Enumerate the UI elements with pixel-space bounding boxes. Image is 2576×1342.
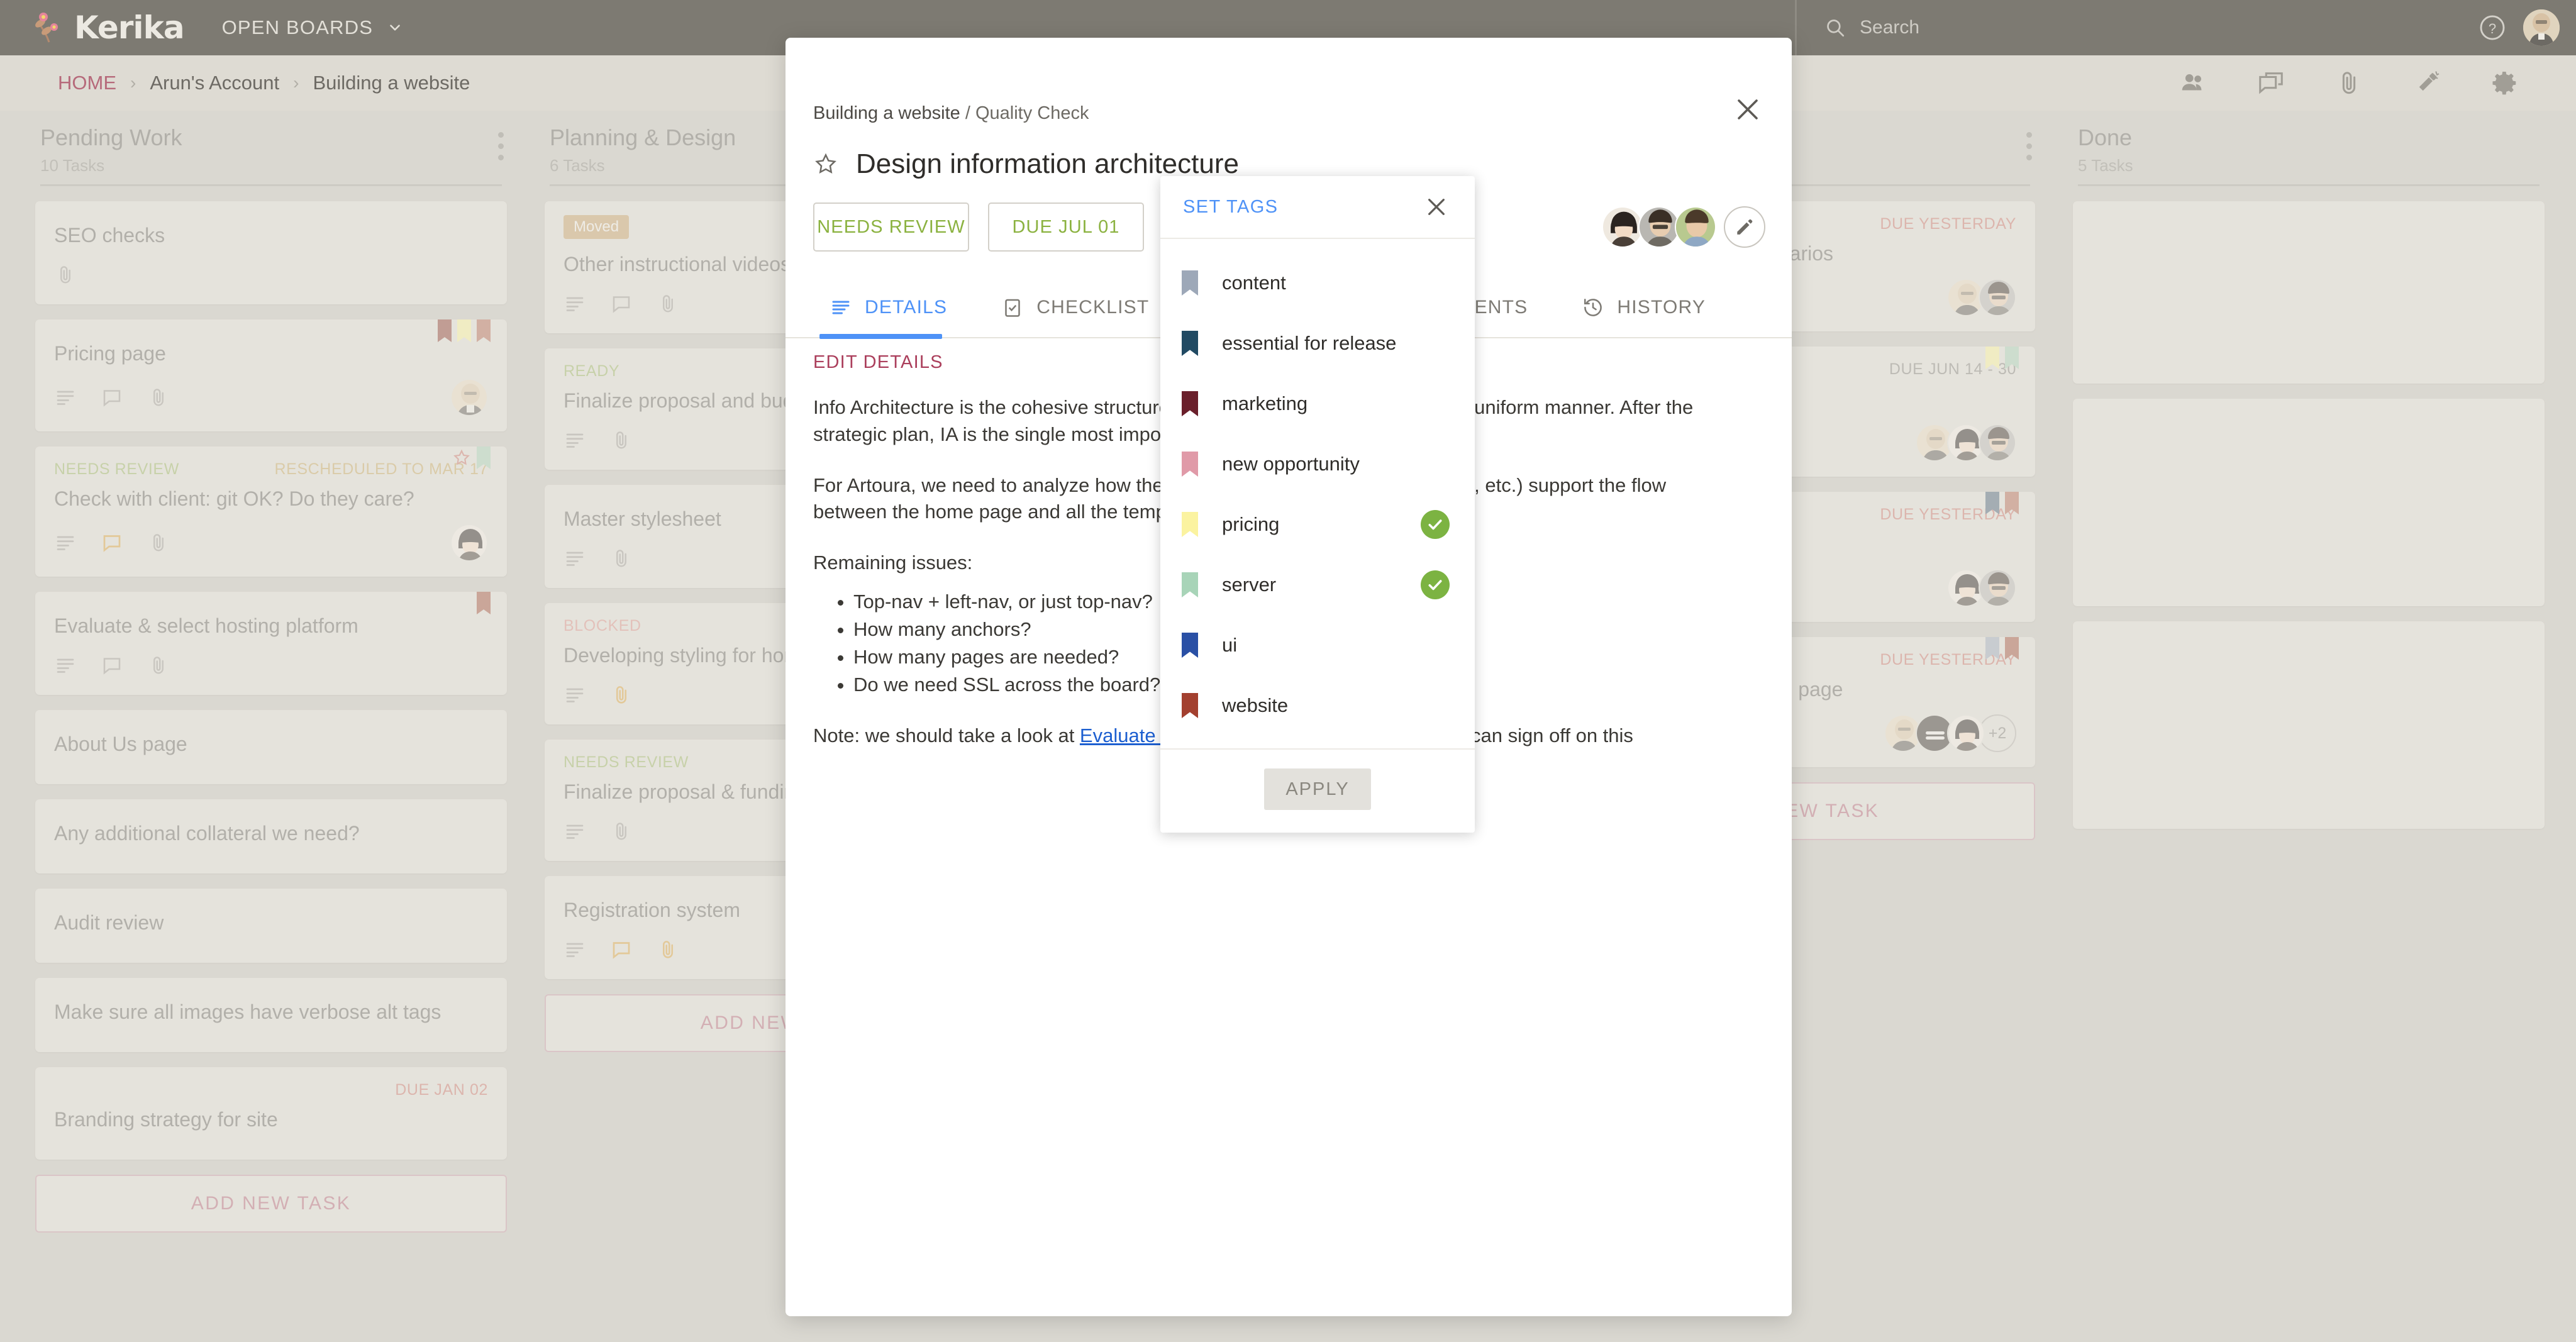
tag-label: content [1222, 272, 1286, 294]
tab-label: DETAILS [865, 297, 948, 318]
modal-title-row: Design information architecture [813, 148, 1239, 180]
paperclip-icon[interactable] [2334, 69, 2363, 97]
tag-label: pricing [1222, 513, 1280, 535]
search-icon [1824, 17, 1846, 38]
kerika-logo-icon [30, 8, 69, 47]
tag-flag-icon [1182, 452, 1198, 477]
tag-flag-icon [1182, 331, 1198, 356]
tag-label: website [1222, 694, 1289, 716]
set-tags-list: content essential for release marketing … [1160, 239, 1475, 748]
tab-checklist[interactable]: CHECKLIST [1001, 277, 1149, 338]
avatar[interactable] [1675, 206, 1716, 248]
lines-icon [830, 296, 852, 319]
gear-icon[interactable] [2490, 69, 2519, 97]
set-tags-popover: SET TAGS content essential for release m… [1160, 176, 1475, 833]
tag-option-new-opportunity[interactable]: new opportunity [1160, 434, 1475, 494]
tab-label: CHECKLIST [1036, 297, 1150, 318]
status-badge[interactable]: NEEDS REVIEW [813, 202, 969, 252]
check-circle-icon [1421, 510, 1450, 539]
history-icon [1582, 296, 1604, 319]
breadcrumb-account[interactable]: Arun's Account [150, 72, 279, 94]
top-bar-right: Search ? [1795, 0, 2576, 55]
star-icon[interactable] [813, 152, 838, 177]
breadcrumb-separator: › [130, 73, 136, 92]
tag-flag-icon [1182, 693, 1198, 718]
breadcrumb-home[interactable]: HOME [58, 72, 116, 94]
tag-option-marketing[interactable]: marketing [1160, 374, 1475, 434]
breadcrumb-board[interactable]: Building a website [313, 72, 470, 94]
set-tags-title: SET TAGS [1183, 196, 1279, 217]
help-icon[interactable]: ? [2478, 13, 2507, 42]
highlight-icon[interactable] [2412, 69, 2441, 97]
avatar[interactable] [1638, 206, 1680, 248]
modal-assignees [1602, 206, 1765, 248]
tag-option-website[interactable]: website [1160, 675, 1475, 736]
tag-label: ui [1222, 634, 1238, 656]
modal-breadcrumb-separator: / [960, 103, 975, 123]
kerika-board-app: Kerika OPEN BOARDS Search ? HOME › Arun'… [0, 0, 2576, 1342]
tab-details[interactable]: DETAILS [819, 277, 948, 339]
tag-label: new opportunity [1222, 453, 1360, 475]
tag-flag-icon [1182, 270, 1198, 296]
tag-option-pricing[interactable]: pricing [1160, 494, 1475, 555]
search-placeholder: Search [1860, 17, 1920, 38]
tag-label: server [1222, 574, 1277, 596]
check-circle-icon [1421, 570, 1450, 599]
chat-icon[interactable] [2257, 69, 2285, 97]
brand-name: Kerika [74, 9, 185, 46]
tag-option-essential-for-release[interactable]: essential for release [1160, 313, 1475, 374]
open-boards-menu[interactable]: OPEN BOARDS [222, 16, 404, 39]
breadcrumb: HOME › Arun's Account › Building a websi… [58, 72, 470, 94]
tag-label: marketing [1222, 392, 1308, 414]
tag-flag-icon [1182, 572, 1198, 597]
note-prefix: Note: we should take a look at [813, 724, 1080, 746]
tab-history[interactable]: HISTORY [1582, 277, 1706, 338]
apply-button[interactable]: APPLY [1264, 768, 1371, 810]
tag-option-ui[interactable]: ui [1160, 615, 1475, 675]
tag-label: essential for release [1222, 332, 1397, 354]
tab-label: HISTORY [1617, 297, 1706, 318]
team-icon[interactable] [2179, 69, 2207, 97]
tag-flag-icon [1182, 391, 1198, 416]
tag-flag-icon [1182, 633, 1198, 658]
board-toolbar [2179, 69, 2519, 97]
modal-breadcrumb: Building a website / Quality Check [813, 103, 1089, 124]
chevron-down-icon [387, 19, 403, 36]
open-boards-label: OPEN BOARDS [221, 16, 374, 38]
avatar[interactable] [1602, 206, 1643, 248]
search-input[interactable]: Search [1795, 0, 2462, 55]
set-tags-footer: APPLY [1160, 748, 1475, 833]
set-tags-header: SET TAGS [1160, 176, 1475, 239]
tag-option-content[interactable]: content [1160, 253, 1475, 313]
svg-text:?: ? [2489, 21, 2496, 36]
user-avatar[interactable] [2523, 9, 2560, 46]
breadcrumb-separator: › [293, 73, 299, 92]
close-icon[interactable] [1423, 194, 1450, 220]
edit-pencil-icon[interactable] [1724, 206, 1765, 248]
clipboard-icon [1001, 296, 1024, 319]
tag-flag-icon [1182, 512, 1198, 537]
close-icon[interactable] [1733, 94, 1763, 125]
modal-breadcrumb-column[interactable]: Quality Check [975, 103, 1089, 123]
due-date-button[interactable]: DUE JUL 01 [988, 202, 1144, 252]
page-title: Design information architecture [856, 148, 1239, 179]
modal-breadcrumb-board[interactable]: Building a website [813, 103, 960, 123]
tag-option-server[interactable]: server [1160, 555, 1475, 615]
